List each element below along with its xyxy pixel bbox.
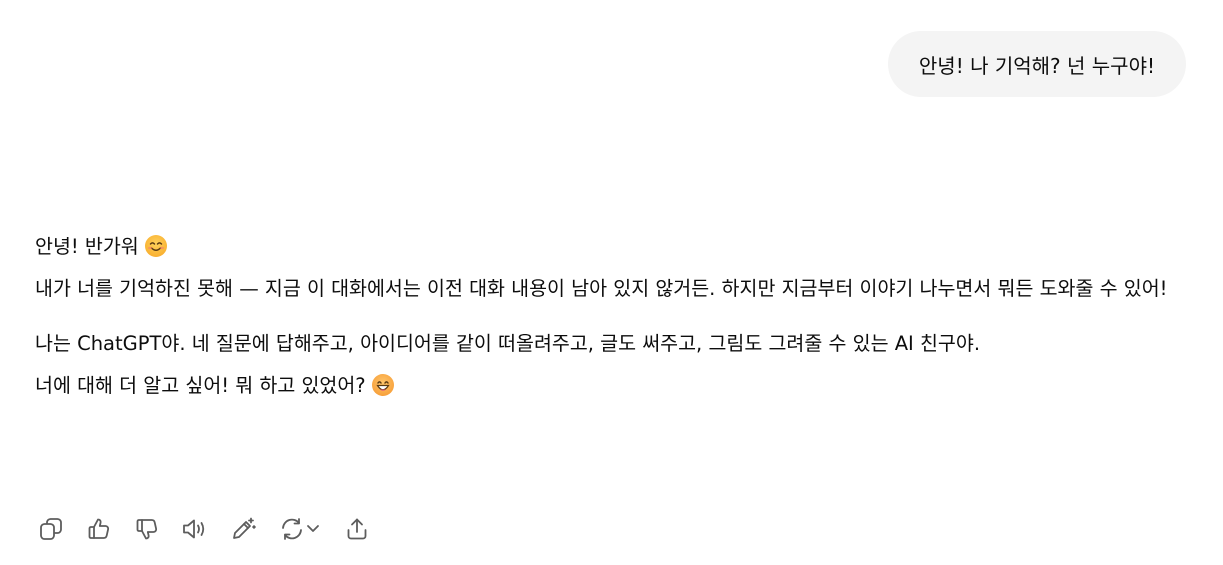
thumbs-up-icon: [86, 516, 112, 542]
regenerate-icon: [279, 516, 305, 542]
memory-explanation-text: 내가 너를 기억하진 못해 — 지금 이 대화에서는 이전 대화 내용이 남아 …: [35, 277, 1168, 300]
question-text: 너에 대해 더 알고 싶어! 뭐 하고 있었어?: [35, 374, 366, 397]
user-message-text: 안녕! 나 기억해? 넌 누구야!: [918, 53, 1155, 78]
grinning-face-icon: [371, 374, 394, 396]
assistant-message: 안녕! 반가워 내가 너를 기억하진 못해 — 지금 이 대화에서는 이전 대화…: [35, 226, 1185, 407]
assistant-paragraph-1: 안녕! 반가워 내가 너를 기억하진 못해 — 지금 이 대화에서는 이전 대화…: [35, 226, 1185, 310]
read-aloud-button[interactable]: [179, 513, 211, 545]
share-button[interactable]: [341, 513, 373, 545]
copy-button[interactable]: [35, 513, 67, 545]
read-aloud-icon: [181, 516, 209, 542]
edit-icon: [229, 516, 257, 542]
copy-icon: [38, 516, 64, 542]
assistant-paragraph-2: 나는 ChatGPT야. 네 질문에 답해주고, 아이디어를 같이 떠올려주고,…: [35, 323, 1185, 407]
smiling-face-icon: [144, 235, 167, 257]
introduction-text: 나는 ChatGPT야. 네 질문에 답해주고, 아이디어를 같이 떠올려주고,…: [35, 332, 981, 355]
good-response-button[interactable]: [83, 513, 115, 545]
message-actions-toolbar: [35, 513, 389, 545]
user-message-bubble: 안녕! 나 기억해? 넌 누구야!: [887, 31, 1186, 97]
bad-response-button[interactable]: [131, 513, 163, 545]
share-icon: [344, 516, 370, 542]
greeting-text: 안녕! 반가워: [35, 235, 139, 258]
edit-in-canvas-button[interactable]: [227, 513, 259, 545]
chevron-down-icon: [305, 516, 321, 542]
regenerate-button[interactable]: [275, 513, 325, 545]
thumbs-down-icon: [134, 516, 160, 542]
